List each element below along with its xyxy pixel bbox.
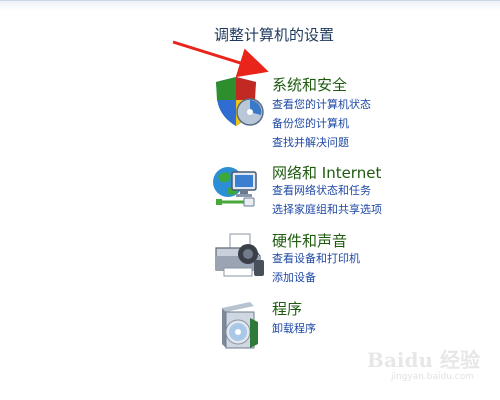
watermark-text: Baidu 经验 <box>367 348 480 372</box>
baidu-watermark: Baidu 经验 jingyan.baidu.com <box>350 340 480 390</box>
link-view-devices-printers[interactable]: 查看设备和打印机 <box>272 250 360 266</box>
red-arrow-annotation-icon <box>172 40 269 78</box>
category-heading-hardware-sound[interactable]: 硬件和声音 <box>272 230 347 251</box>
printer-icon <box>210 230 266 286</box>
link-view-network-status[interactable]: 查看网络状态和任务 <box>272 182 371 198</box>
link-view-computer-status[interactable]: 查看您的计算机状态 <box>272 96 371 112</box>
category-heading-system-security[interactable]: 系统和安全 <box>272 74 347 95</box>
watermark-subtext: jingyan.baidu.com <box>390 372 474 382</box>
category-network-internet: 网络和 Internet 查看网络状态和任务 选择家庭组和共享选项 <box>210 162 480 232</box>
link-homegroup-sharing[interactable]: 选择家庭组和共享选项 <box>272 201 382 217</box>
programs-box-icon <box>210 298 266 354</box>
link-uninstall-program[interactable]: 卸载程序 <box>272 320 316 336</box>
category-system-security: 系统和安全 查看您的计算机状态 备份您的计算机 查找并解决问题 <box>210 74 480 149</box>
category-heading-programs[interactable]: 程序 <box>272 298 302 319</box>
window-top-bar <box>0 0 500 11</box>
shield-icon <box>210 74 266 130</box>
link-add-device[interactable]: 添加设备 <box>272 269 316 285</box>
link-backup-computer[interactable]: 备份您的计算机 <box>272 115 349 131</box>
category-hardware-sound: 硬件和声音 查看设备和打印机 添加设备 <box>210 230 480 300</box>
network-globe-icon <box>210 162 266 218</box>
category-heading-network-internet[interactable]: 网络和 Internet <box>272 162 381 183</box>
link-troubleshoot[interactable]: 查找并解决问题 <box>272 134 349 150</box>
